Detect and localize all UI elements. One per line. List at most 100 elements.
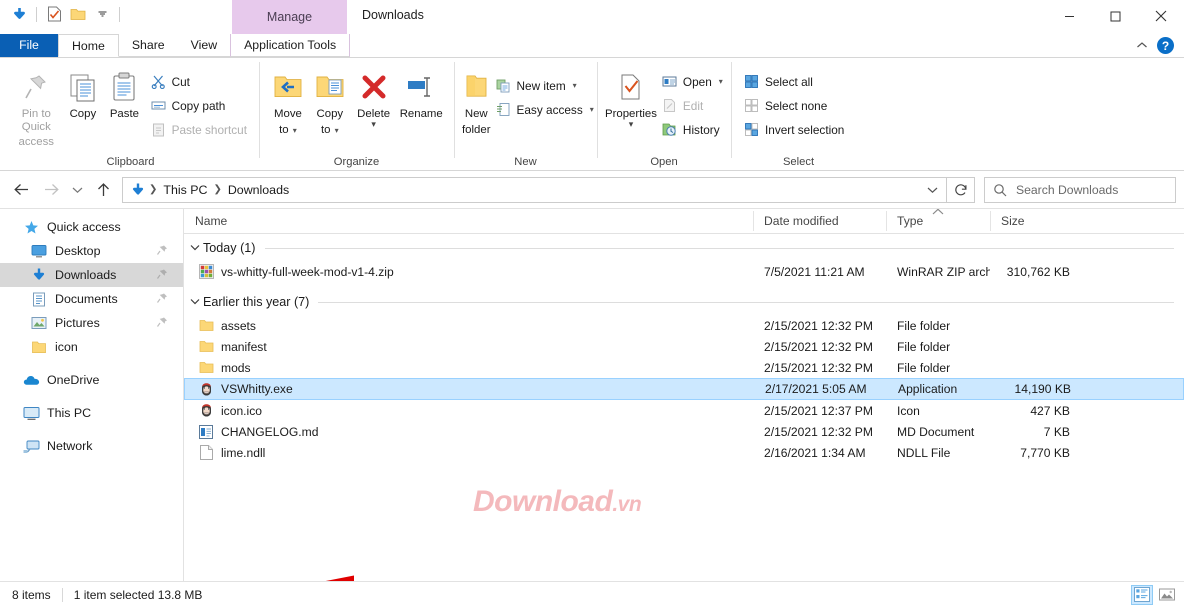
recent-locations-button[interactable]: [66, 176, 88, 204]
sidebar-item-onedrive[interactable]: OneDrive: [0, 368, 183, 392]
easy-access-label: Easy access: [517, 103, 583, 117]
clipboard-small-buttons: Cut Copy path: [146, 65, 251, 140]
sidebar-item-icon-folder[interactable]: icon: [0, 335, 183, 359]
sidebar-item-network[interactable]: Network: [0, 434, 183, 458]
pin-to-quick-access-button[interactable]: Pin to Quick access: [10, 65, 63, 149]
column-label-name: Name: [195, 214, 227, 228]
forward-button[interactable]: [36, 176, 66, 204]
open-icon: [661, 73, 678, 90]
new-item-button[interactable]: New item ▾: [491, 75, 598, 96]
properties-icon[interactable]: [43, 3, 65, 25]
sidebar-item-desktop[interactable]: Desktop: [0, 239, 183, 263]
breadcrumb-downloads[interactable]: Downloads: [223, 183, 294, 197]
table-row[interactable]: lime.ndll 2/16/2021 1:34 AM NDLL File 7,…: [184, 442, 1184, 463]
collapse-ribbon-icon[interactable]: [1136, 37, 1148, 55]
tab-view[interactable]: View: [178, 34, 230, 57]
new-folder-label-1: New: [465, 108, 488, 121]
new-folder-icon[interactable]: [67, 3, 89, 25]
table-row[interactable]: manifest 2/15/2021 12:32 PM File folder: [184, 336, 1184, 357]
sidebar-item-quick-access[interactable]: Quick access: [0, 215, 183, 239]
chevron-down-icon[interactable]: [91, 3, 113, 25]
sidebar-item-downloads[interactable]: Downloads: [0, 263, 183, 287]
delete-button[interactable]: Delete ▾: [351, 65, 397, 128]
downloads-icon[interactable]: [8, 3, 30, 25]
table-row[interactable]: assets 2/15/2021 12:32 PM File folder: [184, 315, 1184, 336]
pin-icon[interactable]: [156, 316, 169, 329]
move-to-button[interactable]: Move to ▾: [267, 65, 309, 137]
tab-application-tools[interactable]: Application Tools: [230, 34, 350, 57]
cut-button[interactable]: Cut: [146, 71, 251, 92]
copy-to-label-2: to ▾: [321, 124, 339, 138]
tab-file[interactable]: File: [0, 34, 58, 57]
breadcrumb-this-pc[interactable]: This PC: [158, 183, 212, 197]
new-folder-label-2: folder: [462, 124, 491, 137]
table-row[interactable]: icon.ico 2/15/2021 12:37 PM Icon 427 KB: [184, 400, 1184, 421]
pin-icon[interactable]: [156, 268, 169, 281]
easy-access-icon: [495, 101, 512, 118]
paste-button[interactable]: Paste: [103, 65, 145, 121]
history-button[interactable]: History: [657, 119, 727, 140]
maximize-button[interactable]: [1092, 0, 1138, 32]
properties-caret-icon[interactable]: ▾: [629, 121, 634, 128]
table-row[interactable]: mods 2/15/2021 12:32 PM File folder: [184, 357, 1184, 378]
easy-access-button[interactable]: Easy access ▾: [491, 99, 598, 120]
folder-icon: [198, 318, 214, 334]
table-row[interactable]: CHANGELOG.md 2/15/2021 12:32 PM MD Docum…: [184, 421, 1184, 442]
invert-selection-button[interactable]: Invert selection: [739, 119, 848, 140]
sidebar-item-this-pc[interactable]: This PC: [0, 401, 183, 425]
file-size-cell: 310,762 KB: [990, 265, 1074, 279]
tab-home[interactable]: Home: [58, 34, 119, 57]
details-view-button[interactable]: [1131, 585, 1153, 605]
rename-button[interactable]: Rename: [396, 65, 446, 121]
file-explorer-window: Manage Downloads File Home Share View Ap…: [0, 0, 1184, 607]
open-label: Open: [683, 75, 712, 89]
sidebar-label-quick-access: Quick access: [47, 220, 121, 234]
select-none-button[interactable]: Select none: [739, 95, 848, 116]
column-header-type[interactable]: Type: [886, 209, 990, 234]
address-dropdown-icon[interactable]: [920, 178, 944, 202]
table-row[interactable]: vs-whitty-full-week-mod-v1-4.zip 7/5/202…: [184, 261, 1184, 282]
paste-shortcut-button[interactable]: Paste shortcut: [146, 119, 251, 140]
group-label-earlier-this-year: Earlier this year (7): [203, 295, 309, 309]
pin-icon[interactable]: [156, 244, 169, 257]
delete-caret-icon[interactable]: ▾: [371, 121, 376, 128]
folder-icon: [198, 339, 214, 355]
open-button[interactable]: Open ▾: [657, 71, 727, 92]
sort-ascending-icon: [932, 209, 945, 218]
copy-to-button[interactable]: Copy to ▾: [309, 65, 351, 137]
new-folder-button[interactable]: New folder: [462, 65, 491, 136]
minimize-button[interactable]: [1046, 0, 1092, 32]
refresh-button[interactable]: [947, 177, 975, 203]
sidebar-item-pictures[interactable]: Pictures: [0, 311, 183, 335]
winrar-zip-icon: [198, 264, 214, 280]
file-date-cell: 7/5/2021 11:21 AM: [753, 265, 886, 279]
edit-icon: [661, 97, 678, 114]
close-button[interactable]: [1138, 0, 1184, 32]
group-header-today[interactable]: Today (1): [184, 235, 1184, 261]
column-label-type: Type: [897, 214, 923, 228]
copy-button[interactable]: Copy: [63, 65, 104, 121]
chevron-down-icon[interactable]: [190, 297, 203, 308]
help-icon[interactable]: ?: [1157, 37, 1174, 54]
back-button[interactable]: [6, 176, 36, 204]
copy-path-button[interactable]: Copy path: [146, 95, 251, 116]
search-box[interactable]: Search Downloads: [984, 177, 1176, 203]
select-all-button[interactable]: Select all: [739, 71, 848, 92]
ribbon-group-new: New folder New item ▾: [454, 58, 597, 171]
column-header-date-modified[interactable]: Date modified: [753, 209, 886, 234]
column-header-size[interactable]: Size: [990, 209, 1074, 234]
column-header-name[interactable]: Name: [184, 209, 753, 234]
ribbon-group-label-open: Open: [597, 153, 731, 171]
chevron-down-icon[interactable]: [190, 243, 203, 254]
sidebar-item-documents[interactable]: Documents: [0, 287, 183, 311]
large-icons-view-button[interactable]: [1156, 585, 1178, 605]
search-input[interactable]: Search Downloads: [1016, 183, 1118, 197]
properties-button[interactable]: Properties ▾: [605, 65, 657, 128]
edit-button[interactable]: Edit: [657, 95, 727, 116]
group-header-earlier-this-year[interactable]: Earlier this year (7): [184, 289, 1184, 315]
pin-icon[interactable]: [156, 292, 169, 305]
address-field[interactable]: ❯ This PC ❯ Downloads: [122, 177, 947, 203]
tab-share[interactable]: Share: [119, 34, 178, 57]
up-button[interactable]: [88, 176, 118, 204]
table-row-selected[interactable]: VSWhitty.exe 2/17/2021 5:05 AM Applicati…: [184, 378, 1184, 400]
